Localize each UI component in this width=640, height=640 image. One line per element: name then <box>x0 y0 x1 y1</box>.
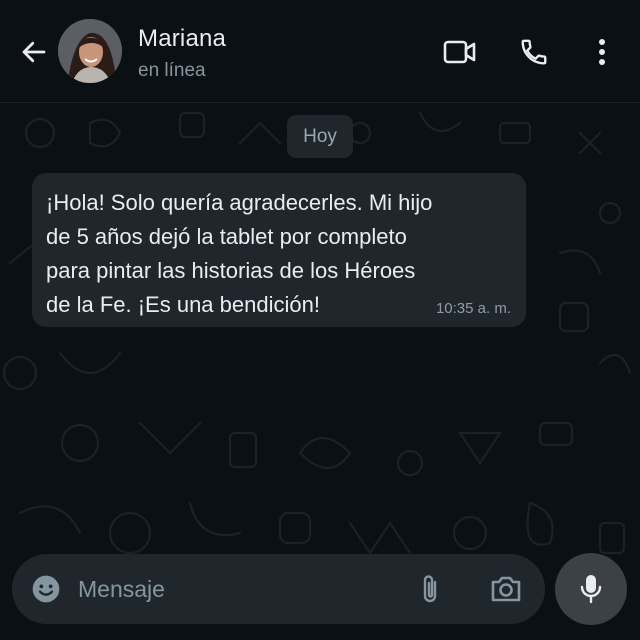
arrow-left-icon <box>22 41 46 63</box>
menu-button[interactable] <box>584 32 620 72</box>
voice-call-button[interactable] <box>514 32 554 72</box>
message-input[interactable] <box>78 568 398 610</box>
back-button[interactable] <box>14 34 54 70</box>
camera-button[interactable] <box>486 571 526 607</box>
chat-header: Mariana en línea <box>0 0 640 103</box>
camera-icon <box>491 576 521 602</box>
paperclip-icon <box>423 575 437 603</box>
incoming-message-bubble[interactable]: ¡Hola! Solo quería agradecerles. Mi hijo… <box>32 173 526 327</box>
avatar[interactable] <box>58 19 122 83</box>
video-camera-icon <box>443 40 476 64</box>
voice-message-button[interactable] <box>555 553 627 625</box>
contact-photo <box>58 19 122 83</box>
message-timestamp: 10:35 a. m. <box>435 300 511 317</box>
contact-status: en línea <box>138 60 206 81</box>
more-vertical-icon <box>599 39 605 65</box>
phone-icon <box>521 39 547 65</box>
microphone-icon <box>580 575 602 604</box>
date-separator: Hoy <box>287 115 353 158</box>
video-call-button[interactable] <box>440 32 480 72</box>
attach-button[interactable] <box>412 571 448 607</box>
message-composer <box>12 554 545 624</box>
emoji-button[interactable] <box>28 571 64 607</box>
emoji-icon <box>32 575 60 603</box>
contact-name[interactable]: Mariana <box>138 25 226 53</box>
